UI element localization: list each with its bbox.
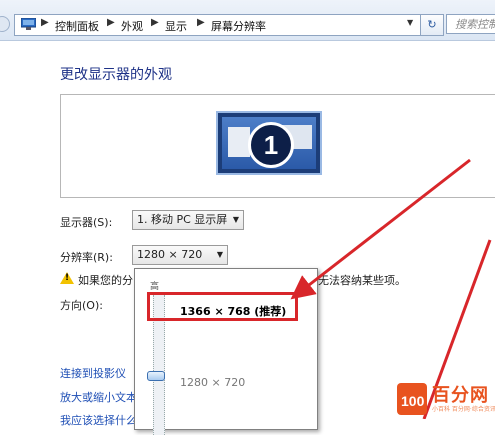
annotation-arrows	[290, 158, 492, 419]
svg-text:100: 100	[401, 393, 425, 409]
watermark-subtext: 小百科 百分网·综合资讯平台	[432, 406, 495, 413]
annotation-arrow-1	[290, 158, 471, 300]
